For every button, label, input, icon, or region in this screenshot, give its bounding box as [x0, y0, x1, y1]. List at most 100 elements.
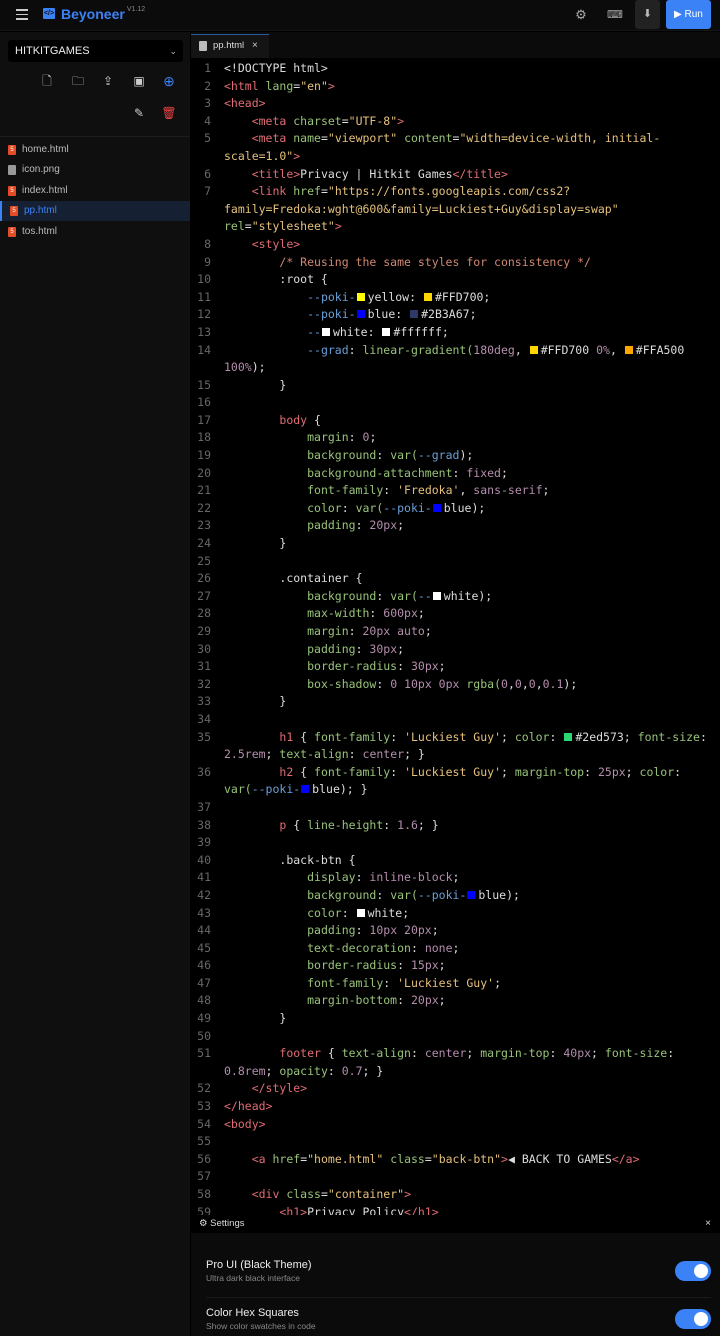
code-line: 21 font-family: 'Fredoka', sans-serif; — [191, 482, 720, 500]
file-item[interactable]: 5 home.html — [0, 140, 190, 160]
code-token: blue: — [367, 307, 410, 322]
code-token: = — [320, 184, 328, 199]
code-token: box-shadow — [307, 676, 377, 691]
code-token: background — [307, 887, 377, 902]
code-token: , — [521, 676, 529, 691]
line-number: 10 — [197, 272, 211, 287]
code-text: background: var(-- white); — [224, 588, 720, 606]
terminal-icon[interactable]: ⌨ — [603, 5, 627, 25]
code-token: > — [404, 1187, 411, 1201]
code-token: white); — [443, 588, 493, 603]
code-token: h2 — [279, 764, 294, 779]
code-token: : — [369, 606, 384, 621]
line-number: 57 — [197, 1169, 211, 1184]
code-token: padding — [307, 518, 356, 533]
code-line: 43 color: white; — [191, 905, 720, 923]
code-token: : — [667, 1046, 682, 1061]
project-select[interactable]: HITKITGAMES ⌄ — [8, 40, 183, 62]
file-name: tos.html — [22, 226, 58, 237]
line-number: 31 — [197, 659, 211, 674]
code-token: background-attachment — [307, 465, 453, 480]
code-token: "container" — [327, 1187, 405, 1201]
line-number: 52 — [197, 1081, 211, 1096]
gear-icon[interactable]: ⚙ — [569, 5, 593, 25]
code-token: 1.6 — [397, 817, 418, 832]
code-token: ; — [397, 641, 405, 656]
file-item[interactable]: icon.png — [0, 160, 190, 180]
download-button[interactable]: ⬇ — [635, 0, 660, 29]
code-text: <div class="container"> — [224, 1186, 720, 1204]
code-token: margin — [307, 430, 349, 445]
new-folder-icon[interactable]: 🗀 — [69, 72, 87, 90]
code-token: : — [348, 624, 363, 638]
code-token: ; — [438, 993, 446, 1008]
rename-icon[interactable]: ✎ — [130, 104, 148, 122]
close-tab-icon[interactable]: × — [252, 35, 258, 57]
close-settings-icon[interactable]: × — [705, 1215, 711, 1233]
line-number: 58 — [197, 1187, 211, 1201]
file-item[interactable]: 5 tos.html — [0, 222, 190, 242]
code-text: margin: 0; — [224, 429, 720, 447]
pro-ui-toggle[interactable] — [675, 1261, 711, 1281]
code-token: <meta — [251, 113, 287, 128]
tab-pp-html[interactable]: pp.html × — [191, 34, 269, 58]
color-swatch — [356, 292, 365, 301]
code-token: <a — [251, 1151, 266, 1166]
line-number: 32 — [197, 676, 211, 691]
code-token: center — [362, 747, 405, 762]
color-swatch — [410, 310, 419, 319]
file-item-active[interactable]: 5 pp.html — [0, 201, 190, 221]
code-token: 0.1 — [542, 676, 564, 691]
code-line: 58 <div class="container"> — [191, 1186, 720, 1204]
code-token: var( — [355, 500, 384, 515]
code-token: ; — [452, 870, 460, 885]
new-file-icon[interactable]: 🗋 — [38, 72, 56, 90]
code-line: 34 — [191, 711, 720, 729]
code-token: .back-btn { — [224, 852, 356, 867]
color-swatch — [382, 327, 391, 336]
code-line: 32 box-shadow: 0 10px 0px rgba(0,0,0,0.1… — [191, 676, 720, 694]
file-item[interactable]: 5 index.html — [0, 181, 190, 201]
code-token: var( — [224, 782, 252, 797]
upload-icon[interactable]: ⇪ — [99, 72, 117, 90]
code-token: ; — [466, 1046, 481, 1061]
code-token: "viewport" — [327, 131, 398, 146]
code-editor[interactable]: 1 <!DOCTYPE html> 2 <html lang="en"> 3 <head>… — [191, 60, 720, 1215]
code-text: margin-bottom: 20px; — [224, 992, 720, 1010]
line-number: 14 — [197, 342, 211, 357]
menu-icon[interactable] — [16, 9, 28, 23]
code-token: 40px — [563, 1046, 592, 1061]
code-text: padding: 20px; — [224, 517, 720, 535]
line-number: 19 — [197, 448, 211, 463]
setting-label: Color Hex Squares — [206, 1307, 299, 1319]
code-line: 28 max-width: 600px; — [191, 605, 720, 623]
delete-icon[interactable]: 🗑 — [160, 104, 178, 122]
line-number: 9 — [204, 254, 211, 269]
code-token: : — [327, 1063, 342, 1078]
code-text: text-decoration: none; — [224, 940, 720, 958]
code-text: padding: 30px; — [224, 641, 720, 659]
code-line: 41 display: inline-block; — [191, 869, 720, 887]
line-number: 53 — [197, 1099, 211, 1114]
code-token: > — [501, 1151, 508, 1166]
line-number: 56 — [197, 1151, 211, 1166]
code-token: <style> — [251, 236, 301, 251]
color-hex-squares-toggle[interactable] — [675, 1309, 711, 1329]
code-token: 0 — [514, 676, 522, 691]
code-text: margin: 20px auto; — [224, 623, 720, 641]
tab-label: pp.html — [213, 40, 245, 51]
code-line: 9 /* Reusing the same styles for consist… — [191, 254, 720, 272]
add-icon[interactable]: ⊕ — [160, 72, 178, 90]
add-image-icon[interactable]: ▣ — [130, 72, 148, 90]
code-token: #FFD700 — [540, 342, 597, 357]
run-button[interactable]: ▶ Run — [666, 0, 711, 29]
code-token: } — [224, 377, 287, 392]
code-token: name — [286, 131, 321, 146]
code-token: : — [397, 958, 411, 973]
code-token: 'Luckiest Guy' — [404, 729, 501, 744]
